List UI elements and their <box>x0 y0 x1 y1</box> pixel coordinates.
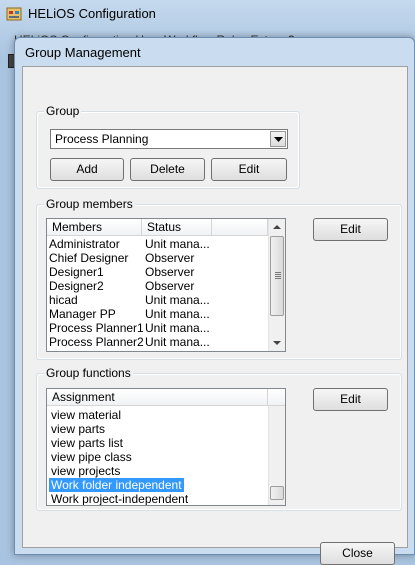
member-status: Observer <box>145 251 195 265</box>
member-name: Designer2 <box>49 279 104 293</box>
functions-list[interactable]: Assignment view material view parts view p… <box>46 388 286 506</box>
member-status: Unit mana... <box>145 321 210 335</box>
table-row[interactable]: Chief Designer Observer <box>47 251 268 265</box>
dialog-title: Group Management <box>25 45 141 60</box>
member-status: Observer <box>145 265 195 279</box>
assignment-label: view projects <box>51 464 121 478</box>
assignment-label: view pipe class <box>51 450 132 464</box>
app-icon <box>6 7 22 21</box>
assignment-label: view material <box>51 408 122 422</box>
list-item[interactable]: view pipe class <box>47 450 268 464</box>
member-status: Observer <box>145 279 195 293</box>
member-status: Unit mana... <box>145 307 210 321</box>
close-button[interactable]: Close <box>320 542 395 565</box>
member-name: Process Planner1 <box>49 321 144 335</box>
group-members-groupbox: Group members Members Status Administrat… <box>36 197 402 360</box>
table-row[interactable]: Process Planner1 Unit mana... <box>47 321 268 335</box>
functions-scrollbar[interactable] <box>268 406 285 505</box>
group-functions-legend: Group functions <box>44 366 133 380</box>
member-name: Process Planner2 <box>49 335 144 349</box>
group-legend: Group <box>44 104 82 118</box>
scroll-up-icon[interactable] <box>269 219 285 235</box>
list-item[interactable]: view material <box>47 408 268 422</box>
table-row[interactable]: Designer1 Observer <box>47 265 268 279</box>
member-status: Unit mana... <box>145 293 210 307</box>
members-scrollbar[interactable] <box>268 219 285 351</box>
group-members-legend: Group members <box>44 197 135 211</box>
members-list-header: Members Status <box>47 219 285 236</box>
assignment-label: view parts list <box>51 436 124 450</box>
list-item[interactable]: view parts list <box>47 436 268 450</box>
table-row[interactable]: Process Planner2 Unit mana... <box>47 335 268 349</box>
members-list[interactable]: Members Status Administrator Unit mana...… <box>46 218 286 352</box>
member-name: hicad <box>49 293 78 307</box>
group-functions-groupbox: Group functions Assignment view material… <box>36 366 402 511</box>
scroll-down-icon[interactable] <box>269 335 285 351</box>
functions-list-header: Assignment <box>47 389 285 406</box>
table-row[interactable]: Administrator Unit mana... <box>47 237 268 251</box>
edit-functions-button[interactable]: Edit <box>313 388 388 411</box>
assignment-label: view parts <box>51 422 106 436</box>
functions-scroll-thumb[interactable] <box>270 486 284 500</box>
assignment-label: Work folder independent <box>49 478 184 492</box>
column-header-status[interactable]: Status <box>142 219 212 236</box>
member-status: Unit mana... <box>145 335 210 349</box>
table-row[interactable]: Manager PP Unit mana... <box>47 307 268 321</box>
member-name: Manager PP <box>49 307 116 321</box>
list-item[interactable]: view projects <box>47 464 268 478</box>
members-rows: Administrator Unit mana... Chief Designer O… <box>47 237 268 349</box>
list-item[interactable]: Work folder independent <box>47 478 268 492</box>
edit-group-button[interactable]: Edit <box>211 158 287 181</box>
edit-members-button[interactable]: Edit <box>313 218 388 241</box>
column-header-assignment[interactable]: Assignment <box>47 389 268 406</box>
group-groupbox: Group Process Planning Add Delete Edit <box>36 104 300 189</box>
delete-group-button[interactable]: Delete <box>130 158 205 181</box>
chevron-down-icon[interactable] <box>270 131 286 147</box>
member-name: Chief Designer <box>49 251 129 265</box>
group-management-dialog: Group Management Group Process Planning … <box>14 37 415 565</box>
add-group-button[interactable]: Add <box>50 158 124 181</box>
group-select-value: Process Planning <box>55 132 149 146</box>
functions-rows: view material view parts view parts list vi… <box>47 408 268 506</box>
parent-titlebar: HELiOS Configuration <box>0 0 415 30</box>
list-item[interactable]: Work project-independent <box>47 492 268 506</box>
member-status: Unit mana... <box>145 237 210 251</box>
table-row[interactable]: Designer2 Observer <box>47 279 268 293</box>
dialog-client-area: Group Process Planning Add Delete Edit G… <box>22 66 408 565</box>
assignment-label: Work project-independent <box>51 492 189 506</box>
parent-window-title: HELiOS Configuration <box>28 6 156 21</box>
member-name: Designer1 <box>49 265 104 279</box>
column-header-members[interactable]: Members <box>47 219 142 236</box>
list-item[interactable]: view parts <box>47 422 268 436</box>
table-row[interactable]: hicad Unit mana... <box>47 293 268 307</box>
column-header-empty <box>212 219 268 236</box>
members-scroll-thumb[interactable] <box>270 236 284 316</box>
member-name: Administrator <box>49 237 120 251</box>
group-select[interactable]: Process Planning <box>50 129 288 149</box>
